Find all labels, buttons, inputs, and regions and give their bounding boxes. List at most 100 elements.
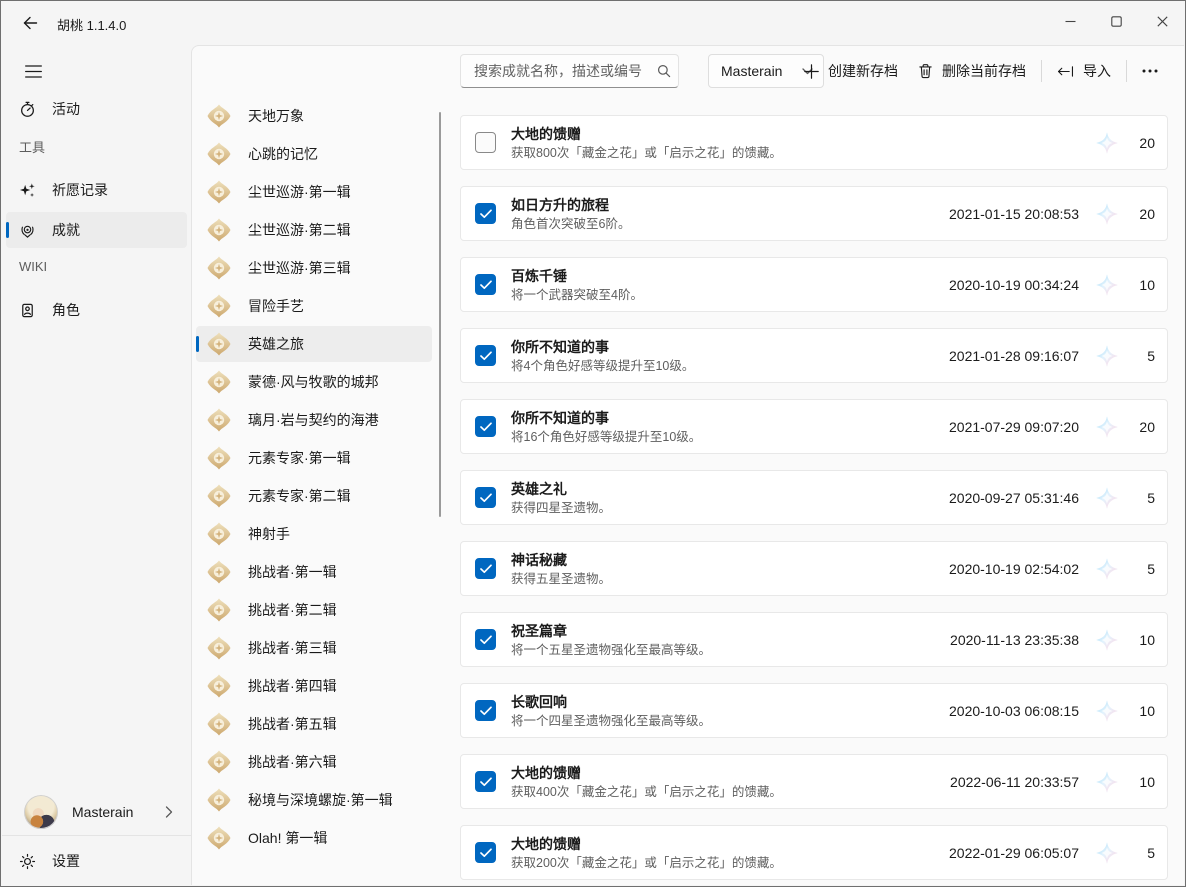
achievement-title: 大地的馈赠 xyxy=(511,834,782,854)
category-item[interactable]: 璃月·岩与契约的海港 xyxy=(196,402,432,438)
search-input[interactable] xyxy=(472,62,657,80)
category-item[interactable]: 挑战者·第二辑 xyxy=(196,592,432,628)
sidebar-item-wish-records[interactable]: 祈愿记录 xyxy=(6,172,187,208)
gear-icon xyxy=(18,852,36,870)
import-button[interactable]: 导入 xyxy=(1047,54,1121,88)
achievement-description: 将4个角色好感等级提升至10级。 xyxy=(511,357,694,375)
category-item[interactable]: 英雄之旅 xyxy=(196,326,432,362)
achievement-meta: 2020-10-03 06:08:15 10 xyxy=(949,684,1155,737)
category-item[interactable]: 挑战者·第三辑 xyxy=(196,630,432,666)
achievement-meta: 20 xyxy=(1079,116,1155,169)
achievement-checkbox[interactable] xyxy=(475,842,496,863)
category-emblem-icon xyxy=(206,787,232,813)
sidebar-divider xyxy=(2,835,191,836)
category-item[interactable]: 神射手 xyxy=(196,516,432,552)
back-button[interactable] xyxy=(13,10,47,36)
category-emblem-icon xyxy=(206,255,232,281)
category-item[interactable]: 秘境与深境螺旋·第一辑 xyxy=(196,782,432,818)
achievement-meta: 2020-09-27 05:31:46 5 xyxy=(949,471,1155,524)
category-emblem-icon xyxy=(206,331,232,357)
achievement-reward-count: 5 xyxy=(1133,348,1155,364)
achievement-text: 百炼千锤 将一个武器突破至4阶。 xyxy=(511,266,643,304)
ellipsis-icon xyxy=(1142,69,1158,73)
achievement-checkbox[interactable] xyxy=(475,558,496,579)
achievement-text: 你所不知道的事 将4个角色好感等级提升至10级。 xyxy=(511,337,694,375)
category-item[interactable]: 尘世巡游·第一辑 xyxy=(196,174,432,210)
achievement-description: 获得四星圣遗物。 xyxy=(511,499,611,517)
category-item[interactable]: 挑战者·第六辑 xyxy=(196,744,432,780)
delete-archive-button[interactable]: 删除当前存档 xyxy=(908,54,1036,88)
sidebar-item-characters[interactable]: 角色 xyxy=(6,292,187,328)
search-box xyxy=(460,54,679,88)
achievement-checkbox[interactable] xyxy=(475,274,496,295)
category-emblem-icon xyxy=(206,673,232,699)
character-icon xyxy=(18,301,36,319)
wish-sparkles-icon xyxy=(18,181,36,199)
user-account-item[interactable]: Masterain xyxy=(6,789,187,835)
achievement-title: 大地的馈赠 xyxy=(511,763,782,783)
window-controls xyxy=(1047,1,1185,41)
achievement-checkbox[interactable] xyxy=(475,700,496,721)
achievement-checkbox[interactable] xyxy=(475,629,496,650)
category-item[interactable]: Olah! 第一辑 xyxy=(196,820,432,856)
achievement-checkbox[interactable] xyxy=(475,771,496,792)
achievement-checkbox[interactable] xyxy=(475,345,496,366)
category-item[interactable]: 挑战者·第四辑 xyxy=(196,668,432,704)
create-archive-button[interactable]: 创建新存档 xyxy=(794,54,908,88)
achievement-meta: 2020-10-19 02:54:02 5 xyxy=(949,542,1155,595)
category-item[interactable]: 元素专家·第一辑 xyxy=(196,440,432,476)
achievement-meta: 2022-06-11 20:33:57 10 xyxy=(950,755,1155,808)
achievement-text: 长歌回响 将一个四星圣遗物强化至最高等级。 xyxy=(511,692,711,730)
search-icon xyxy=(657,64,671,78)
achievement-card: 英雄之礼 获得四星圣遗物。 2020-09-27 05:31:46 5 xyxy=(460,470,1168,525)
category-emblem-icon xyxy=(206,217,232,243)
close-button[interactable] xyxy=(1139,1,1185,41)
achievement-card: 神话秘藏 获得五星圣遗物。 2020-10-19 02:54:02 5 xyxy=(460,541,1168,596)
maximize-button[interactable] xyxy=(1093,1,1139,41)
category-item[interactable]: 心跳的记忆 xyxy=(196,136,432,172)
achievement-date: 2020-10-03 06:08:15 xyxy=(949,703,1079,719)
achievement-date: 2020-10-19 02:54:02 xyxy=(949,561,1079,577)
achievement-checkbox[interactable] xyxy=(475,203,496,224)
achievement-checkbox[interactable] xyxy=(475,132,496,153)
category-label: 心跳的记忆 xyxy=(248,144,318,164)
category-scrollbar[interactable] xyxy=(439,112,441,517)
check-icon xyxy=(480,635,492,645)
sidebar-item-label: 角色 xyxy=(52,300,80,320)
achievement-date: 2021-07-29 09:07:20 xyxy=(949,419,1079,435)
achievement-card: 你所不知道的事 将16个角色好感等级提升至10级。 2021-07-29 09:… xyxy=(460,399,1168,454)
minimize-icon xyxy=(1065,16,1076,27)
category-emblem-icon xyxy=(206,559,232,585)
sidebar-item-achievements[interactable]: 成就 xyxy=(6,212,187,248)
settings-label: 设置 xyxy=(52,851,80,871)
category-item[interactable]: 挑战者·第五辑 xyxy=(196,706,432,742)
achievement-checkbox[interactable] xyxy=(475,416,496,437)
category-label: 挑战者·第四辑 xyxy=(248,676,337,696)
category-item[interactable]: 蒙德·风与牧歌的城邦 xyxy=(196,364,432,400)
category-emblem-icon xyxy=(206,179,232,205)
minimize-button[interactable] xyxy=(1047,1,1093,41)
category-emblem-icon xyxy=(206,597,232,623)
achievement-card: 大地的馈赠 获取200次「藏金之花」或「启示之花」的馈藏。 2022-01-29… xyxy=(460,825,1168,880)
primogem-icon xyxy=(1095,486,1119,510)
category-item[interactable]: 天地万象 xyxy=(196,98,432,134)
category-item[interactable]: 冒险手艺 xyxy=(196,288,432,324)
achievement-checkbox[interactable] xyxy=(475,487,496,508)
category-item[interactable]: 元素专家·第二辑 xyxy=(196,478,432,514)
sidebar-item-activity[interactable]: 活动 xyxy=(6,91,187,127)
archive-dropdown-value: Masterain xyxy=(721,63,802,79)
more-options-button[interactable] xyxy=(1132,54,1168,88)
sidebar-item-settings[interactable]: 设置 xyxy=(6,842,187,880)
category-item[interactable]: 尘世巡游·第三辑 xyxy=(196,250,432,286)
achievement-card: 祝圣篇章 将一个五星圣遗物强化至最高等级。 2020-11-13 23:35:3… xyxy=(460,612,1168,667)
achievement-card: 百炼千锤 将一个武器突破至4阶。 2020-10-19 00:34:24 10 xyxy=(460,257,1168,312)
check-icon xyxy=(480,422,492,432)
nav-toggle-button[interactable] xyxy=(14,55,52,87)
primogem-icon xyxy=(1095,841,1119,865)
category-emblem-icon xyxy=(206,369,232,395)
hamburger-icon xyxy=(25,65,42,78)
category-item[interactable]: 尘世巡游·第二辑 xyxy=(196,212,432,248)
category-label: 璃月·岩与契约的海港 xyxy=(248,410,379,430)
achievement-text: 神话秘藏 获得五星圣遗物。 xyxy=(511,550,611,588)
category-item[interactable]: 挑战者·第一辑 xyxy=(196,554,432,590)
